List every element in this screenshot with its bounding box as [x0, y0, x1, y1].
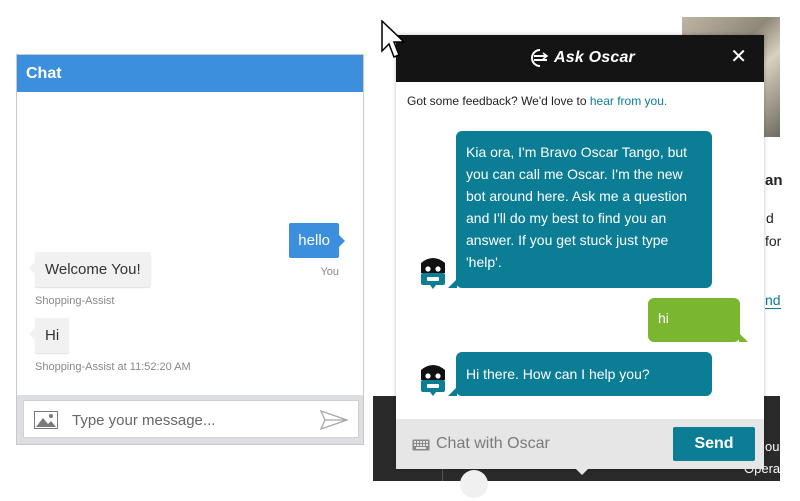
message-sender-label: You: [320, 266, 339, 278]
message-input[interactable]: [70, 407, 300, 433]
background-text-fragment: for: [765, 233, 782, 249]
close-icon[interactable]: ✕: [730, 47, 747, 67]
chat-message-list: hello You Welcome You! Shopping-Assist H…: [17, 92, 363, 395]
robot-avatar-icon: [418, 362, 448, 403]
image-icon[interactable]: [34, 411, 58, 434]
keyboard-icon: [412, 438, 430, 456]
oscar-panel-pointer: [575, 468, 589, 475]
feedback-prompt: Got some feedback? We'd love to hear fro…: [407, 94, 667, 108]
feedback-link[interactable]: hear from you.: [590, 94, 667, 108]
bot-message-bubble: Kia ora, I'm Bravo Oscar Tango, but you …: [448, 131, 712, 288]
oscar-logo-icon: [530, 48, 550, 73]
message-timestamp-label: Shopping-Assist at 11:52:20 AM: [35, 361, 191, 373]
ask-oscar-chat-panel: Ask Oscar ✕ Got some feedback? We'd love…: [396, 35, 764, 469]
bot-message-bubble: Hi: [28, 318, 70, 353]
oscar-header: Ask Oscar ✕: [396, 35, 764, 82]
chat-header-title: Chat: [17, 55, 363, 92]
send-button[interactable]: Send: [673, 427, 755, 461]
mouse-cursor-icon: [381, 19, 407, 65]
oscar-title: Ask Oscar: [554, 49, 635, 66]
chat-input-box: [23, 400, 359, 438]
footer-avatar: [460, 470, 488, 498]
user-message-bubble: hi: [648, 298, 748, 342]
message-sender-label: Shopping-Assist: [35, 295, 115, 307]
background-text-fragment: d: [766, 210, 774, 226]
bot-message-bubble: Hi there. How can I help you?: [448, 352, 712, 396]
shopping-assist-chat-widget: Chat hello You Welcome You! Shopping-Ass…: [16, 54, 364, 445]
user-message-bubble: hello: [289, 223, 345, 258]
background-text-fragment: an: [765, 172, 783, 189]
oscar-message-input[interactable]: [434, 431, 654, 457]
chat-input-bar: [17, 395, 363, 444]
background-footer-text: ou: [765, 439, 780, 454]
bot-message-bubble: Welcome You!: [29, 252, 151, 287]
background-link-fragment[interactable]: nd: [765, 292, 781, 309]
send-arrow-icon[interactable]: [319, 409, 349, 435]
robot-avatar-icon: [418, 255, 448, 296]
oscar-input-bar: Send: [396, 419, 764, 469]
feedback-text: Got some feedback? We'd love to: [407, 94, 590, 108]
